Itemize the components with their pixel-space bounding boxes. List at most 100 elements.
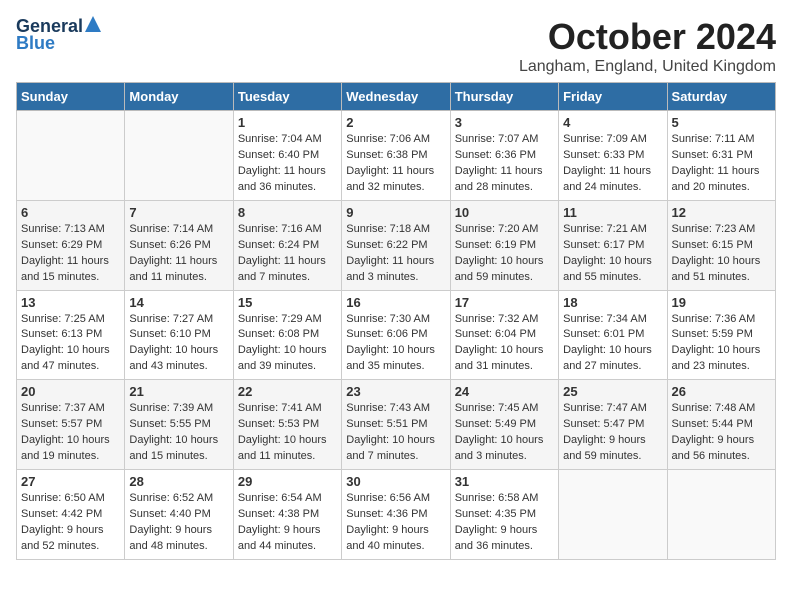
sunset-text: Sunset: 6:26 PM <box>129 239 210 251</box>
calendar-week-row: 1 Sunrise: 7:04 AM Sunset: 6:40 PM Dayli… <box>17 111 776 201</box>
sunrise-text: Sunrise: 7:13 AM <box>21 223 105 235</box>
day-info: Sunrise: 7:47 AM Sunset: 5:47 PM Dayligh… <box>563 401 662 465</box>
calendar-cell: 1 Sunrise: 7:04 AM Sunset: 6:40 PM Dayli… <box>233 111 341 201</box>
day-number: 16 <box>346 295 445 310</box>
calendar-cell: 3 Sunrise: 7:07 AM Sunset: 6:36 PM Dayli… <box>450 111 558 201</box>
sunrise-text: Sunrise: 7:11 AM <box>672 133 755 145</box>
day-info: Sunrise: 7:32 AM Sunset: 6:04 PM Dayligh… <box>455 312 554 376</box>
daylight-text: Daylight: 9 hours and 59 minutes. <box>563 434 646 462</box>
calendar-cell: 21 Sunrise: 7:39 AM Sunset: 5:55 PM Dayl… <box>125 380 233 470</box>
sunset-text: Sunset: 4:42 PM <box>21 508 102 520</box>
day-number: 28 <box>129 474 228 489</box>
sunset-text: Sunset: 5:47 PM <box>563 418 644 430</box>
sunset-text: Sunset: 5:51 PM <box>346 418 427 430</box>
day-number: 3 <box>455 115 554 130</box>
sunrise-text: Sunrise: 7:20 AM <box>455 223 539 235</box>
daylight-text: Daylight: 11 hours and 7 minutes. <box>238 255 326 283</box>
sunset-text: Sunset: 5:44 PM <box>672 418 753 430</box>
sunrise-text: Sunrise: 6:50 AM <box>21 492 105 504</box>
calendar-cell: 16 Sunrise: 7:30 AM Sunset: 6:06 PM Dayl… <box>342 290 450 380</box>
sunrise-text: Sunrise: 7:23 AM <box>672 223 756 235</box>
calendar-cell: 18 Sunrise: 7:34 AM Sunset: 6:01 PM Dayl… <box>559 290 667 380</box>
location-title: Langham, England, United Kingdom <box>519 58 776 76</box>
sunset-text: Sunset: 4:35 PM <box>455 508 536 520</box>
day-number: 31 <box>455 474 554 489</box>
daylight-text: Daylight: 10 hours and 39 minutes. <box>238 344 327 372</box>
daylight-text: Daylight: 11 hours and 24 minutes. <box>563 165 651 193</box>
sunrise-text: Sunrise: 7:27 AM <box>129 313 213 325</box>
daylight-text: Daylight: 10 hours and 27 minutes. <box>563 344 652 372</box>
sunrise-text: Sunrise: 6:58 AM <box>455 492 539 504</box>
weekday-header: Wednesday <box>342 83 450 111</box>
calendar-cell: 17 Sunrise: 7:32 AM Sunset: 6:04 PM Dayl… <box>450 290 558 380</box>
calendar-cell: 20 Sunrise: 7:37 AM Sunset: 5:57 PM Dayl… <box>17 380 125 470</box>
day-number: 7 <box>129 205 228 220</box>
day-info: Sunrise: 7:13 AM Sunset: 6:29 PM Dayligh… <box>21 222 120 286</box>
sunset-text: Sunset: 4:40 PM <box>129 508 210 520</box>
sunset-text: Sunset: 6:15 PM <box>672 239 753 251</box>
day-info: Sunrise: 7:20 AM Sunset: 6:19 PM Dayligh… <box>455 222 554 286</box>
daylight-text: Daylight: 9 hours and 36 minutes. <box>455 524 538 552</box>
day-info: Sunrise: 7:29 AM Sunset: 6:08 PM Dayligh… <box>238 312 337 376</box>
calendar-body: 1 Sunrise: 7:04 AM Sunset: 6:40 PM Dayli… <box>17 111 776 560</box>
day-info: Sunrise: 7:09 AM Sunset: 6:33 PM Dayligh… <box>563 132 662 196</box>
day-info: Sunrise: 7:48 AM Sunset: 5:44 PM Dayligh… <box>672 401 771 465</box>
daylight-text: Daylight: 10 hours and 11 minutes. <box>238 434 327 462</box>
daylight-text: Daylight: 10 hours and 51 minutes. <box>672 255 761 283</box>
calendar-cell: 12 Sunrise: 7:23 AM Sunset: 6:15 PM Dayl… <box>667 200 775 290</box>
day-info: Sunrise: 6:52 AM Sunset: 4:40 PM Dayligh… <box>129 491 228 555</box>
sunrise-text: Sunrise: 7:25 AM <box>21 313 105 325</box>
weekday-header: Thursday <box>450 83 558 111</box>
day-info: Sunrise: 7:43 AM Sunset: 5:51 PM Dayligh… <box>346 401 445 465</box>
calendar-cell: 8 Sunrise: 7:16 AM Sunset: 6:24 PM Dayli… <box>233 200 341 290</box>
sunset-text: Sunset: 6:24 PM <box>238 239 319 251</box>
sunset-text: Sunset: 6:38 PM <box>346 149 427 161</box>
sunset-text: Sunset: 6:29 PM <box>21 239 102 251</box>
sunset-text: Sunset: 4:38 PM <box>238 508 319 520</box>
sunrise-text: Sunrise: 7:37 AM <box>21 402 105 414</box>
daylight-text: Daylight: 11 hours and 20 minutes. <box>672 165 760 193</box>
calendar-cell: 30 Sunrise: 6:56 AM Sunset: 4:36 PM Dayl… <box>342 470 450 560</box>
sunrise-text: Sunrise: 7:34 AM <box>563 313 647 325</box>
sunset-text: Sunset: 6:08 PM <box>238 328 319 340</box>
sunrise-text: Sunrise: 7:47 AM <box>563 402 647 414</box>
daylight-text: Daylight: 10 hours and 47 minutes. <box>21 344 110 372</box>
day-info: Sunrise: 7:27 AM Sunset: 6:10 PM Dayligh… <box>129 312 228 376</box>
weekday-header: Saturday <box>667 83 775 111</box>
weekday-header: Sunday <box>17 83 125 111</box>
weekday-header: Friday <box>559 83 667 111</box>
calendar-cell: 26 Sunrise: 7:48 AM Sunset: 5:44 PM Dayl… <box>667 380 775 470</box>
day-number: 18 <box>563 295 662 310</box>
logo: General Blue <box>16 16 101 54</box>
day-number: 17 <box>455 295 554 310</box>
sunset-text: Sunset: 5:57 PM <box>21 418 102 430</box>
calendar-cell: 19 Sunrise: 7:36 AM Sunset: 5:59 PM Dayl… <box>667 290 775 380</box>
calendar-week-row: 6 Sunrise: 7:13 AM Sunset: 6:29 PM Dayli… <box>17 200 776 290</box>
day-info: Sunrise: 7:45 AM Sunset: 5:49 PM Dayligh… <box>455 401 554 465</box>
sunrise-text: Sunrise: 7:06 AM <box>346 133 430 145</box>
sunrise-text: Sunrise: 7:32 AM <box>455 313 539 325</box>
sunset-text: Sunset: 6:31 PM <box>672 149 753 161</box>
day-number: 1 <box>238 115 337 130</box>
calendar-week-row: 27 Sunrise: 6:50 AM Sunset: 4:42 PM Dayl… <box>17 470 776 560</box>
sunset-text: Sunset: 6:22 PM <box>346 239 427 251</box>
calendar-cell: 5 Sunrise: 7:11 AM Sunset: 6:31 PM Dayli… <box>667 111 775 201</box>
day-info: Sunrise: 7:18 AM Sunset: 6:22 PM Dayligh… <box>346 222 445 286</box>
day-number: 11 <box>563 205 662 220</box>
day-info: Sunrise: 7:21 AM Sunset: 6:17 PM Dayligh… <box>563 222 662 286</box>
calendar-cell: 22 Sunrise: 7:41 AM Sunset: 5:53 PM Dayl… <box>233 380 341 470</box>
daylight-text: Daylight: 10 hours and 3 minutes. <box>455 434 544 462</box>
day-info: Sunrise: 7:39 AM Sunset: 5:55 PM Dayligh… <box>129 401 228 465</box>
sunrise-text: Sunrise: 7:16 AM <box>238 223 322 235</box>
calendar-cell: 9 Sunrise: 7:18 AM Sunset: 6:22 PM Dayli… <box>342 200 450 290</box>
day-number: 25 <box>563 384 662 399</box>
day-number: 14 <box>129 295 228 310</box>
calendar-header: SundayMondayTuesdayWednesdayThursdayFrid… <box>17 83 776 111</box>
sunset-text: Sunset: 4:36 PM <box>346 508 427 520</box>
daylight-text: Daylight: 10 hours and 35 minutes. <box>346 344 435 372</box>
day-number: 10 <box>455 205 554 220</box>
day-info: Sunrise: 7:37 AM Sunset: 5:57 PM Dayligh… <box>21 401 120 465</box>
weekday-header: Tuesday <box>233 83 341 111</box>
sunrise-text: Sunrise: 7:21 AM <box>563 223 647 235</box>
day-number: 9 <box>346 205 445 220</box>
